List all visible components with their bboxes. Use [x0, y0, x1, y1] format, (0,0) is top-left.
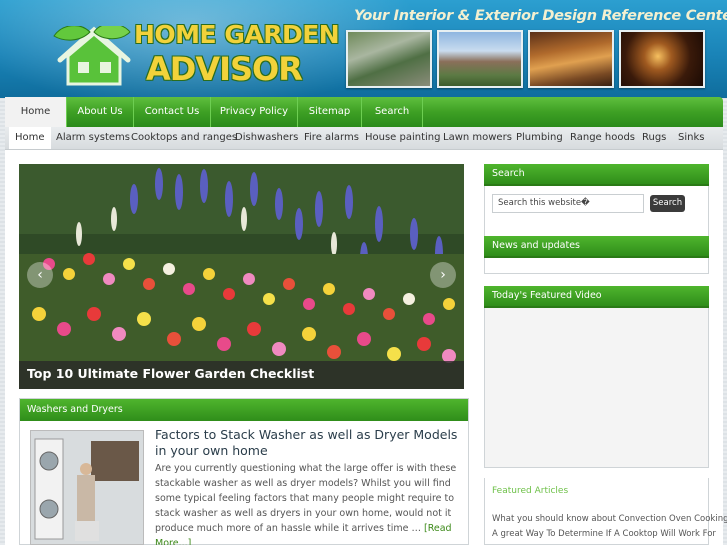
search-button[interactable]: Search [650, 195, 685, 212]
logo-text-line1[interactable]: HOME GARDEN [134, 20, 340, 49]
news-widget: News and updates [484, 236, 709, 274]
header-photo-kitchen [528, 30, 614, 88]
video-widget-title: Today's Featured Video [484, 286, 709, 308]
category-cooktops[interactable]: Cooktops and ranges [131, 127, 237, 149]
flower-garden-image [19, 164, 464, 389]
nav-home[interactable]: Home [5, 97, 67, 127]
slider-prev-arrow-icon[interactable]: ‹ [27, 262, 53, 288]
category-fire-alarms[interactable]: Fire alarms [304, 127, 359, 149]
slider-caption[interactable]: Top 10 Ultimate Flower Garden Checklist [19, 361, 464, 389]
article-excerpt-text: Are you currently questioning what the l… [155, 463, 457, 534]
primary-nav: Home About Us Contact Us Privacy Policy … [5, 97, 723, 127]
header-tagline: Your Interior & Exterior Design Referenc… [354, 8, 727, 24]
category-plumbing[interactable]: Plumbing [516, 127, 563, 149]
featured-link[interactable]: What you should know about Convection Ov… [492, 514, 727, 524]
header-photo-dining [619, 30, 705, 88]
header-photo-house [437, 30, 523, 88]
news-widget-title: News and updates [484, 236, 709, 258]
header-photo-garden [346, 30, 432, 88]
nav-privacy-policy[interactable]: Privacy Policy [211, 97, 298, 127]
featured-articles-title: Featured Articles [492, 486, 569, 496]
washer-dryer-photo [31, 431, 143, 544]
news-widget-body [484, 258, 709, 274]
category-nav: Home Alarm systems Cooktops and ranges D… [5, 127, 723, 150]
nav-contact-us[interactable]: Contact Us [134, 97, 211, 127]
video-player-area[interactable] [484, 308, 709, 468]
featured-slider[interactable]: ‹ › Top 10 Ultimate Flower Garden Checkl… [19, 164, 464, 389]
category-house-painting[interactable]: House painting [365, 127, 441, 149]
house-logo-icon[interactable] [50, 26, 138, 88]
slider-next-arrow-icon[interactable]: › [430, 262, 456, 288]
article-title[interactable]: Factors to Stack Washer as well as Dryer… [155, 427, 460, 459]
section-title[interactable]: Washers and Dryers [20, 399, 468, 421]
slider-caption-text[interactable]: Top 10 Ultimate Flower Garden Checklist [27, 366, 314, 381]
logo-text-line2[interactable]: ADVISOR [146, 50, 303, 88]
video-widget: Today's Featured Video [484, 286, 709, 308]
category-range-hoods[interactable]: Range hoods [570, 127, 635, 149]
category-dishwashers[interactable]: Dishwashers [235, 127, 298, 149]
nav-search[interactable]: Search [362, 97, 423, 127]
search-input[interactable]: Search this website� [492, 194, 644, 213]
category-alarm-systems[interactable]: Alarm systems [56, 127, 130, 149]
article-thumbnail[interactable] [30, 430, 144, 545]
category-home[interactable]: Home [9, 127, 51, 149]
category-rugs[interactable]: Rugs [642, 127, 666, 149]
site-header: HOME GARDEN ADVISOR Your Interior & Exte… [0, 0, 727, 98]
featured-link[interactable]: A great Way To Determine If A Cooktop Wi… [492, 529, 716, 539]
article-excerpt: Are you currently questioning what the l… [155, 461, 461, 545]
category-lawn-mowers[interactable]: Lawn mowers [443, 127, 512, 149]
nav-about-us[interactable]: About Us [67, 97, 134, 127]
nav-sitemap[interactable]: Sitemap [298, 97, 362, 127]
category-sinks[interactable]: Sinks [678, 127, 704, 149]
search-widget-title: Search [484, 164, 709, 186]
